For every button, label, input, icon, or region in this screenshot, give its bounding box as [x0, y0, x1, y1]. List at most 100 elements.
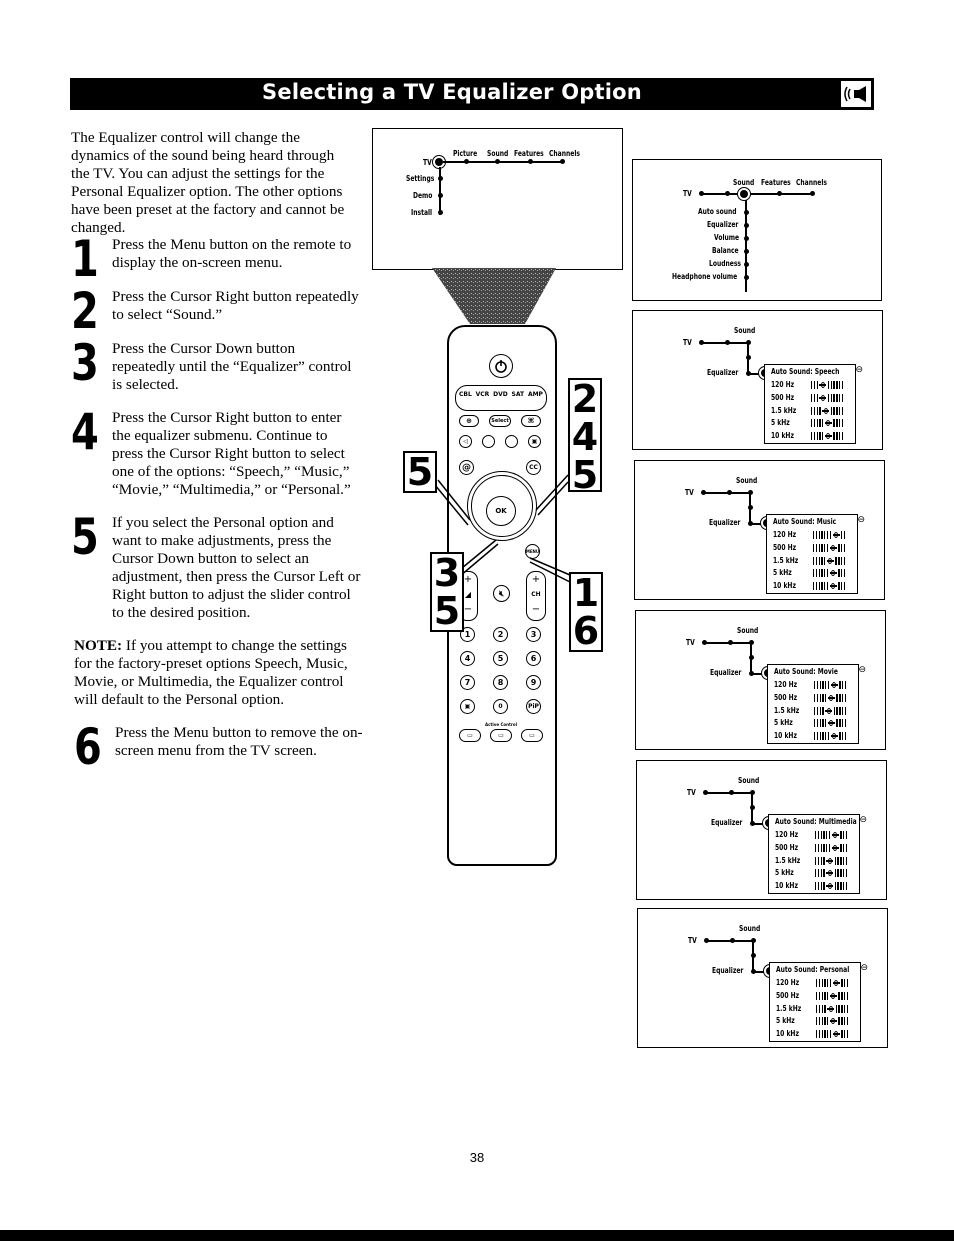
band-slider[interactable]	[816, 1030, 849, 1039]
active-control-button-1[interactable]: ▭	[459, 729, 481, 742]
callout-number: 1	[572, 571, 600, 615]
digit-button[interactable]: 7	[460, 675, 475, 690]
slider-knob[interactable]	[829, 569, 837, 577]
digit-button[interactable]: 0	[493, 699, 508, 714]
band-slider[interactable]	[815, 843, 848, 852]
digit-button[interactable]: 5	[493, 651, 508, 666]
slider-knob[interactable]	[829, 1017, 837, 1025]
source-button-sat[interactable]: SAT	[512, 391, 525, 398]
slider-knob[interactable]	[824, 419, 832, 427]
band-slider[interactable]	[815, 856, 848, 865]
slider-knob[interactable]	[826, 882, 834, 890]
source-button-amp[interactable]: AMP	[528, 391, 543, 398]
slider-knob[interactable]	[825, 707, 833, 715]
slider-tick	[822, 732, 824, 741]
band-slider[interactable]	[813, 556, 846, 565]
slider-tick	[841, 1017, 843, 1026]
slider-knob[interactable]	[819, 381, 827, 389]
source-button-dvd[interactable]: DVD	[493, 391, 508, 398]
slider-tick	[846, 1004, 849, 1013]
band-slider[interactable]	[814, 732, 847, 741]
band-slider[interactable]	[815, 882, 848, 891]
band-slider[interactable]	[813, 543, 846, 552]
band-slider[interactable]	[811, 381, 844, 389]
power-button[interactable]	[489, 354, 513, 378]
step-text: Press the Menu button on the remote to d…	[112, 236, 352, 271]
teletext-button[interactable]: ▣	[460, 699, 475, 714]
slider-knob[interactable]	[827, 1005, 835, 1013]
slider-tick	[817, 843, 820, 852]
band-slider[interactable]	[811, 393, 844, 402]
title-banner: Selecting a TV Equalizer Option	[70, 78, 874, 110]
active-control-button-2[interactable]: ▭	[490, 729, 512, 742]
source-button-cbl[interactable]: CBL	[459, 391, 472, 398]
slider-knob[interactable]	[826, 557, 834, 565]
menu-root-tv: TV	[687, 788, 696, 797]
slider-tick	[825, 681, 827, 689]
select-button[interactable]: Select	[489, 415, 511, 427]
slider-tick	[815, 869, 817, 878]
band-slider[interactable]	[814, 693, 847, 702]
slider-tick	[838, 556, 840, 565]
band-slider[interactable]	[814, 706, 847, 715]
slider-tick	[843, 831, 845, 839]
band-slider[interactable]	[814, 719, 847, 728]
slider-knob[interactable]	[824, 432, 832, 440]
slider-tick	[839, 706, 841, 715]
slider-knob[interactable]	[829, 992, 837, 1000]
slider-tick	[813, 569, 815, 578]
slider-knob[interactable]	[831, 831, 839, 839]
band-slider[interactable]	[816, 1017, 849, 1026]
band-slider[interactable]	[811, 432, 844, 441]
slider-knob[interactable]	[826, 869, 834, 877]
band-slider[interactable]	[813, 531, 846, 539]
band-slider[interactable]	[814, 681, 847, 689]
slider-knob[interactable]	[831, 844, 839, 852]
band-slider[interactable]	[815, 831, 848, 839]
equalizer-band-row: 5 kHz	[771, 418, 855, 430]
band-label: 10 kHz	[774, 731, 797, 741]
slider-knob[interactable]	[827, 694, 835, 702]
pip-button[interactable]: PiP	[526, 699, 541, 714]
slider-knob[interactable]	[830, 681, 838, 689]
slider-tick	[838, 569, 840, 578]
equalizer-screen: TV Sound Equalizer Auto Sound: Multimedi…	[636, 760, 887, 900]
slider-tick	[823, 856, 825, 865]
step-number: 5	[71, 508, 99, 566]
digit-button[interactable]: 6	[526, 651, 541, 666]
slider-knob[interactable]	[827, 719, 835, 727]
slider-knob[interactable]	[829, 582, 837, 590]
active-control-button-3[interactable]: ▭	[521, 729, 543, 742]
slider-knob[interactable]	[822, 407, 830, 415]
band-slider[interactable]	[815, 869, 848, 878]
slider-knob[interactable]	[829, 544, 837, 552]
menu-item-channels: Channels	[796, 178, 827, 187]
slider-tick	[844, 1004, 846, 1013]
slider-knob[interactable]	[826, 857, 834, 865]
menu-item-sound: Sound	[733, 178, 755, 187]
format-button[interactable]: ⌘	[521, 415, 541, 427]
band-slider[interactable]	[811, 419, 844, 428]
band-slider[interactable]	[816, 979, 849, 987]
source-button-vcr[interactable]: VCR	[476, 391, 490, 398]
slider-tick	[821, 531, 823, 539]
slider-knob[interactable]	[819, 394, 827, 402]
digit-button[interactable]: 9	[526, 675, 541, 690]
band-slider[interactable]	[816, 1004, 849, 1013]
slider-knob[interactable]	[832, 531, 840, 539]
digit-button[interactable]: 4	[460, 651, 475, 666]
slider-tick	[844, 1017, 846, 1026]
digit-button[interactable]: 8	[493, 675, 508, 690]
slider-tick	[841, 1004, 843, 1013]
slider-knob[interactable]	[832, 1030, 840, 1038]
slider-tick	[824, 543, 826, 552]
av-input-button[interactable]: ⊕	[459, 415, 479, 427]
band-slider[interactable]	[811, 406, 844, 415]
band-slider[interactable]	[813, 569, 846, 578]
slider-knob[interactable]	[830, 732, 838, 740]
equalizer-submenu: Auto Sound: Movie ⊖ 120 Hz 500 Hz 1.5 kH…	[767, 664, 866, 744]
band-slider[interactable]	[813, 582, 846, 591]
band-slider[interactable]	[816, 991, 849, 1000]
slider-knob[interactable]	[832, 979, 840, 987]
sound-menu-screen: TV Sound Features Channels Auto sound Eq…	[632, 159, 882, 301]
